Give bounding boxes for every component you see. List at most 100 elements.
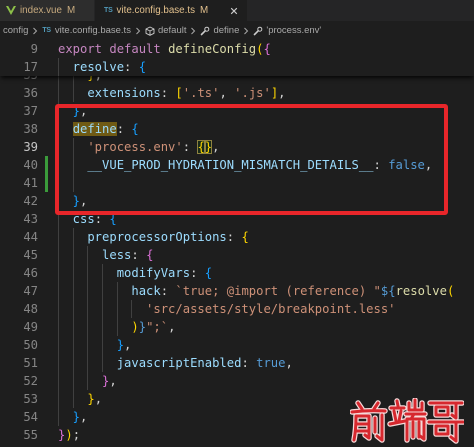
code-token: , [285, 356, 293, 370]
code-line-52[interactable]: 52 }, [0, 372, 474, 390]
tab-vite-config-base-ts[interactable]: TS vite.config.base.ts M [95, 0, 247, 21]
line-number: 48 [23, 302, 38, 316]
indent-guide [72, 372, 74, 390]
code-line-46[interactable]: 46 modifyVars: { [0, 264, 474, 282]
line-number: 52 [23, 374, 38, 388]
chevron-right-icon [241, 26, 251, 36]
code-text[interactable]: )}";`, [58, 318, 474, 336]
code-token: `true; @import (reference) " [175, 284, 381, 298]
indent-guide [58, 318, 59, 336]
indent-guide [58, 354, 59, 372]
line-number: 38 [23, 122, 38, 136]
chevron-right-icon [30, 26, 40, 36]
code-token: } [58, 410, 81, 424]
code-line-9[interactable]: 9 export default defineConfig({ [0, 40, 474, 58]
indent-guide [72, 300, 74, 318]
indent-guide [102, 354, 104, 372]
code-line-17[interactable]: 17 resolve: { [0, 58, 474, 76]
breadcrumb-item-define[interactable]: define [200, 25, 239, 36]
code-text[interactable]: 'src/assets/style/breakpoint.less' [58, 300, 474, 318]
indent-guide [72, 84, 74, 102]
code-token: defineConfig [168, 42, 257, 56]
code-text[interactable]: hack: `true; @import (reference) "${reso… [58, 282, 474, 300]
chevron-right-icon [133, 26, 143, 36]
code-text[interactable]: }, [58, 336, 474, 354]
line-number: 35 [0, 76, 38, 84]
code-token: less [58, 248, 132, 262]
code-line-45[interactable]: 45 less: { [0, 246, 474, 264]
line-number: 40 [23, 158, 38, 172]
tab-index-vue[interactable]: index.vue M [0, 0, 95, 21]
code-token: ) [65, 428, 73, 442]
code-line-47[interactable]: 47 hack: `true; @import (reference) "${r… [0, 282, 474, 300]
code-text[interactable]: }, [58, 372, 474, 390]
code-token: resolve [58, 60, 125, 74]
code-token: , [278, 86, 286, 100]
sticky-scroll-header[interactable]: 9 export default defineConfig({17 resolve… [0, 40, 474, 76]
code-token: '.js' [234, 86, 271, 100]
code-token: modifyVars [58, 266, 191, 280]
annotation-box [55, 104, 448, 215]
code-line-44[interactable]: 44 preprocessorOptions: { [0, 228, 474, 246]
code-text[interactable]: modifyVars: { [58, 264, 474, 282]
indent-guide [87, 246, 89, 264]
indent-guide [72, 246, 74, 264]
tab-bar: index.vue M TS vite.config.base.ts M [0, 0, 474, 21]
code-line-48[interactable]: 48 'src/assets/style/breakpoint.less' [0, 300, 474, 318]
line-number: 17 [23, 60, 38, 74]
code-token: ( [446, 284, 455, 298]
gutter [38, 372, 58, 390]
code-token: ) [58, 320, 139, 334]
code-line-49[interactable]: 49 )}";`, [0, 318, 474, 336]
code-text[interactable]: preprocessorOptions: { [58, 228, 474, 246]
code-token: , [95, 76, 102, 82]
indent-guide [102, 264, 104, 282]
breadcrumb-item-default[interactable]: default [145, 25, 186, 36]
code-token: { [138, 60, 147, 74]
breadcrumb-item-process-env[interactable]: 'process.env' [253, 25, 321, 36]
breadcrumb-label: 'process.env' [266, 25, 322, 36]
indent-guide [72, 228, 74, 246]
code-token: : [160, 284, 176, 298]
code-text[interactable]: }, [58, 76, 474, 84]
code-token: : [226, 230, 242, 244]
breadcrumb-label: vite.config.base.ts [54, 25, 131, 36]
code-editor[interactable]: 9 export default defineConfig({17 resolve… [0, 40, 474, 447]
gutter [38, 84, 58, 102]
code-text[interactable]: export default defineConfig({ [58, 40, 474, 58]
code-line-35[interactable]: 35 }, [0, 76, 474, 84]
code-text[interactable]: extensions: ['.ts', '.js'], [58, 84, 474, 102]
gutter [38, 354, 58, 372]
code-token: resolve [395, 284, 447, 298]
indent-guide [58, 408, 59, 426]
indent-guide [58, 390, 59, 408]
indent-guide [87, 300, 89, 318]
wrench-icon [200, 26, 210, 36]
close-icon[interactable] [229, 6, 239, 16]
indent-guide [58, 336, 59, 354]
breadcrumb-item-file[interactable]: TS vite.config.base.ts [42, 25, 131, 36]
code-line-51[interactable]: 51 javascriptEnabled: true, [0, 354, 474, 372]
line-number: 45 [23, 248, 38, 262]
code-text[interactable]: less: { [58, 246, 474, 264]
wrench-icon [253, 26, 263, 36]
vue-icon [6, 6, 16, 15]
modified-badge: M [199, 5, 209, 16]
indent-guide [58, 264, 59, 282]
code-token: preprocessorOptions [58, 230, 227, 244]
code-line-50[interactable]: 50 }, [0, 336, 474, 354]
gutter [38, 246, 58, 264]
breadcrumb-item-config[interactable]: config [3, 25, 28, 36]
indent-guide [87, 336, 89, 354]
indent-guide [72, 354, 74, 372]
code-token: } [138, 320, 147, 334]
indent-guide [58, 84, 59, 102]
code-line-36[interactable]: 36 extensions: ['.ts', '.js'], [0, 84, 474, 102]
indent-guide [87, 372, 89, 390]
line-number: 55 [23, 428, 38, 442]
code-token: export default [58, 42, 169, 56]
indent-guide [87, 264, 89, 282]
code-text[interactable]: javascriptEnabled: true, [58, 354, 474, 372]
code-text[interactable]: resolve: { [58, 58, 474, 76]
gutter [38, 228, 58, 246]
